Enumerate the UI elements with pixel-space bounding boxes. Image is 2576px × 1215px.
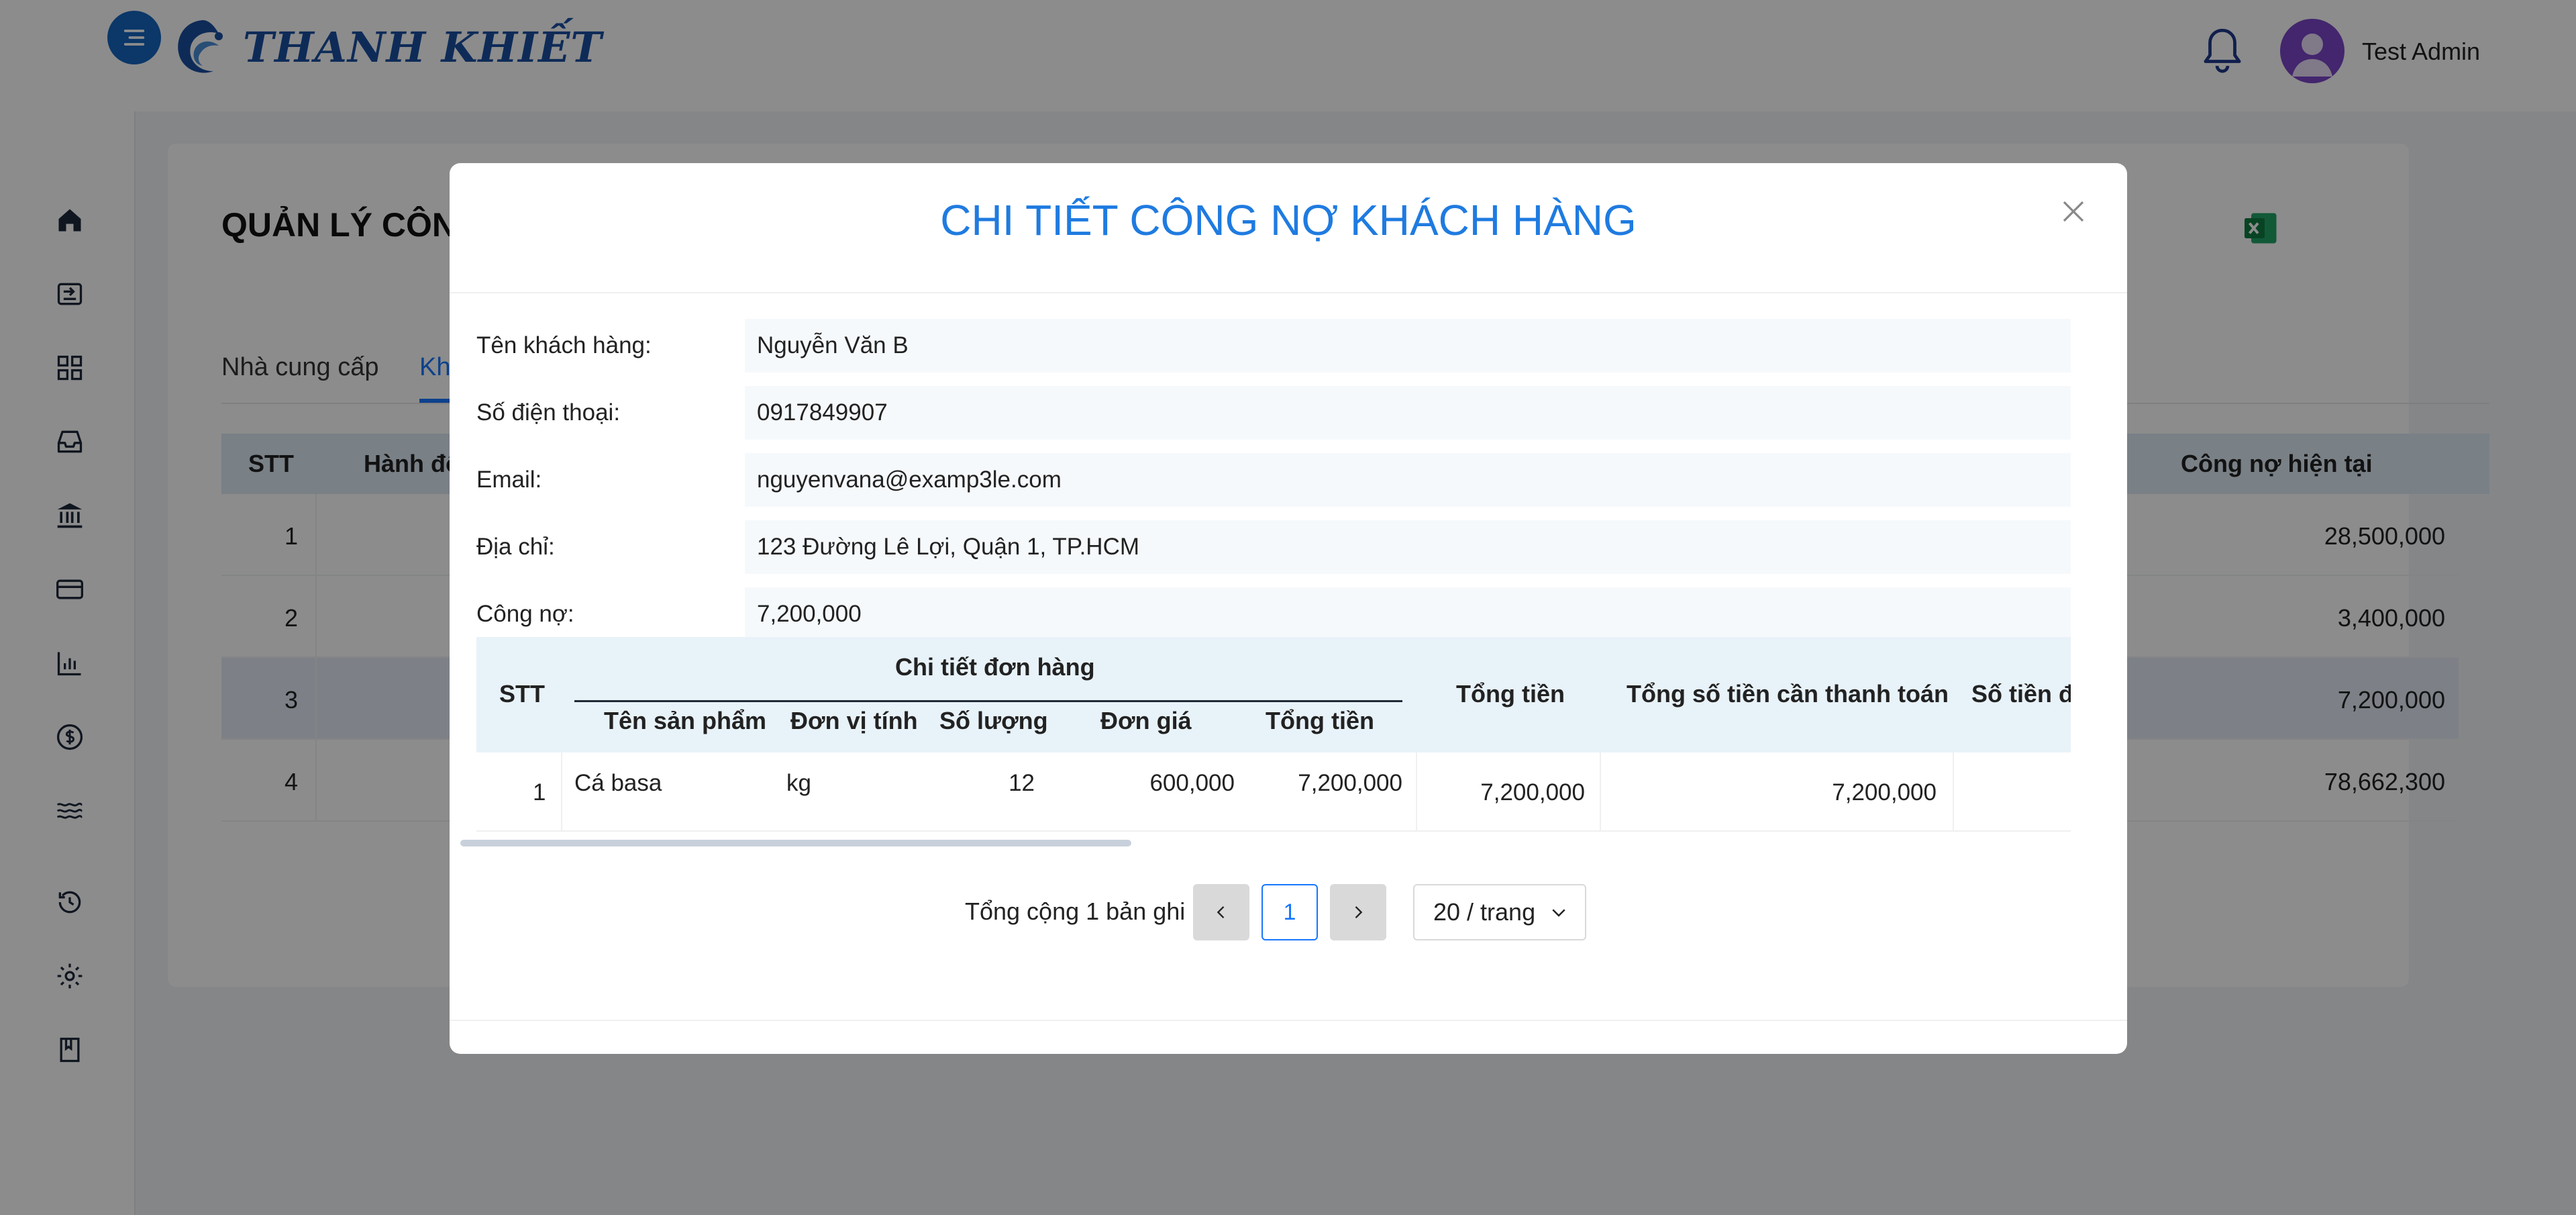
column-header-stt: STT: [499, 680, 545, 708]
chevron-left-icon: [1217, 906, 1225, 918]
chevron-down-icon: [1552, 909, 1565, 917]
customer-name-value: Nguyễn Văn B: [745, 319, 2071, 373]
column-header-price: Đơn giá: [1100, 707, 1192, 734]
pagination-page-current[interactable]: 1: [1261, 884, 1318, 940]
column-header-product: Tên sản phẩm: [604, 707, 767, 734]
debt-value: 7,200,000: [745, 587, 2071, 641]
modal-divider: [450, 292, 2127, 293]
page-size-select[interactable]: 20 / trang: [1413, 884, 1586, 940]
column-header-unit: Đơn vị tính: [790, 707, 918, 734]
row-stt: 1: [533, 779, 546, 806]
column-header-total: Tổng tiền: [1456, 680, 1565, 708]
column-header-line-total: Tổng tiền: [1266, 707, 1374, 734]
address-value: 123 Đường Lê Lợi, Quận 1, TP.HCM: [745, 520, 2071, 574]
row-line-total: 7,200,000: [1298, 770, 1402, 796]
customer-name-label: Tên khách hàng:: [476, 332, 652, 358]
pagination-prev-button[interactable]: [1193, 884, 1249, 940]
column-group-order-detail: Chi tiết đơn hàng: [895, 653, 1095, 681]
row-product: Cá basa: [574, 770, 662, 796]
close-button[interactable]: [2057, 195, 2090, 228]
chevron-right-icon: [1355, 906, 1363, 918]
modal-title: CHI TIẾT CÔNG NỢ KHÁCH HÀNG: [940, 196, 1637, 244]
column-group-divider: [574, 700, 1402, 702]
email-value: nguyenvana@examp3le.com: [745, 453, 2071, 507]
page-size-value: 20 / trang: [1433, 898, 1536, 926]
address-label: Địa chỉ:: [476, 534, 555, 560]
row-qty: 12: [1009, 770, 1035, 796]
email-label: Email:: [476, 467, 542, 493]
order-detail-table[interactable]: STT Chi tiết đơn hàng Tên sản phẩm Đơn v…: [476, 637, 2071, 856]
row-unit: kg: [786, 770, 811, 796]
cell-divider: [1953, 752, 1954, 832]
row-price: 600,000: [1149, 770, 1235, 796]
pagination-next-button[interactable]: [1330, 884, 1386, 940]
phone-label: Số điện thoại:: [476, 399, 621, 426]
row-total: 7,200,000: [1480, 779, 1585, 806]
pagination-total: Tổng cộng 1 bản ghi: [965, 897, 1186, 925]
column-header-paid: Số tiền đã: [1971, 680, 2071, 708]
row-to-pay: 7,200,000: [1832, 779, 1937, 806]
close-icon: [2063, 201, 2084, 222]
order-detail-table-header: STT Chi tiết đơn hàng Tên sản phẩm Đơn v…: [476, 637, 2071, 752]
cell-divider: [1416, 752, 1417, 832]
modal-footer-divider: [450, 1020, 2127, 1021]
phone-value: 0917849907: [745, 386, 2071, 440]
cell-divider: [1600, 752, 1601, 832]
debt-label: Công nợ:: [476, 601, 574, 627]
column-header-qty: Số lượng: [939, 707, 1048, 734]
table-row[interactable]: 1 Cá basa kg 12 600,000 7,200,000 7,200,…: [476, 752, 2071, 832]
customer-debt-detail-modal: CHI TIẾT CÔNG NỢ KHÁCH HÀNG Tên khách hà…: [450, 163, 2127, 1054]
column-header-to-pay: Tổng số tiền cần thanh toán: [1627, 680, 1949, 708]
cell-divider: [561, 752, 562, 832]
horizontal-scrollbar[interactable]: [460, 840, 1131, 846]
